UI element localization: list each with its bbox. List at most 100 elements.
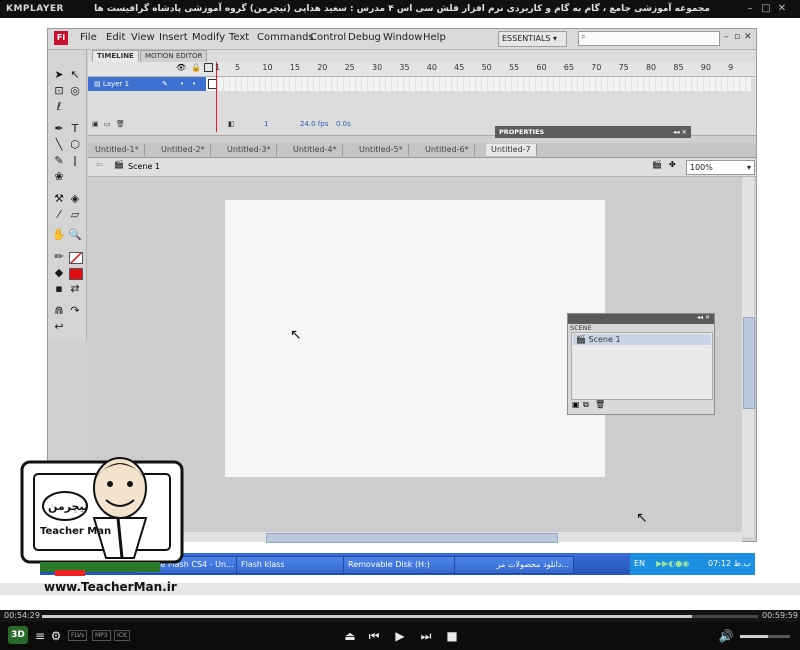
outline-icon[interactable] — [204, 63, 213, 72]
language-indicator[interactable]: EN — [630, 559, 645, 568]
menu-debug[interactable]: Debug — [348, 32, 381, 43]
tab-timeline[interactable]: TIMELINE — [92, 50, 139, 62]
new-layer-icon[interactable]: ▣ — [92, 120, 99, 128]
bone-tool-icon[interactable]: ⚒ — [52, 192, 66, 206]
collapse-icon[interactable]: ◂◂ ✕ — [673, 126, 687, 138]
eject-icon[interactable]: ⏏ — [342, 628, 358, 644]
smooth-icon[interactable]: ↷ — [68, 304, 82, 318]
menu-edit[interactable]: Edit — [106, 32, 125, 43]
volume-slider[interactable] — [740, 635, 790, 638]
back-arrow-icon[interactable]: ⇦ — [96, 160, 103, 169]
swap-colors-icon[interactable]: ⇄ — [68, 282, 82, 296]
3d-rotation-tool-icon[interactable]: ◎ — [68, 84, 82, 98]
flash-close-icon[interactable]: ✕ — [744, 32, 752, 42]
menu-file[interactable]: File — [80, 32, 97, 43]
menu-view[interactable]: View — [131, 32, 155, 43]
video-area[interactable]: Fl File Edit View Insert Modify Text Com… — [0, 18, 800, 610]
frame-rate: 24.0 fps — [300, 120, 329, 128]
vertical-scroll-thumb[interactable] — [743, 317, 755, 409]
eyedropper-tool-icon[interactable]: ⁄ — [52, 208, 66, 222]
pen-tool-icon[interactable]: ✒ — [52, 122, 66, 136]
close-icon[interactable]: ✕ — [776, 3, 788, 15]
stop-icon[interactable]: ■ — [444, 628, 460, 644]
timeline-frames[interactable] — [206, 77, 751, 91]
eye-icon[interactable]: 👁 — [176, 63, 186, 72]
horizontal-scroll-thumb[interactable] — [266, 533, 558, 543]
menu-text[interactable]: Text — [229, 32, 249, 43]
menu-modify[interactable]: Modify — [192, 32, 225, 43]
edit-scene-icon[interactable]: 🎬 — [652, 160, 662, 169]
menu-window[interactable]: Window — [383, 32, 422, 43]
fill-color-icon[interactable]: ◆ — [52, 266, 66, 280]
straighten-icon[interactable]: ↩ — [52, 320, 66, 334]
flash-restore-icon[interactable]: ▫ — [734, 32, 740, 42]
eraser-tool-icon[interactable]: ▱ — [68, 208, 82, 222]
doc-tab[interactable]: Untitled-7 — [486, 144, 537, 156]
workspace-dropdown[interactable]: ESSENTIALS ▾ — [498, 31, 567, 47]
stage[interactable] — [225, 200, 605, 477]
zoom-tool-icon[interactable]: 🔍 — [68, 228, 82, 242]
layer-row[interactable]: ▤ Layer 1 ✎ • • — [88, 77, 206, 91]
lasso-tool-icon[interactable]: ℓ — [52, 100, 66, 114]
duplicate-scene-icon[interactable]: ⧉ — [583, 400, 589, 410]
rectangle-tool-icon[interactable]: ⬡ — [68, 138, 82, 152]
default-colors-icon[interactable]: ▪ — [52, 282, 66, 296]
menu-help[interactable]: Help — [423, 32, 446, 43]
line-tool-icon[interactable]: ╲ — [52, 138, 66, 152]
add-scene-icon[interactable]: ▣ — [572, 400, 580, 409]
tray-app-icons[interactable]: ▶▶◐●◉ — [656, 553, 689, 575]
text-tool-icon[interactable]: T — [68, 122, 82, 136]
delete-scene-icon[interactable]: 🗑 — [595, 400, 605, 409]
stroke-color-icon[interactable]: ✏ — [52, 250, 66, 264]
hand-tool-icon[interactable]: ✋ — [52, 228, 66, 242]
scene-panel-close-icon[interactable]: ◂◂ ✕ — [697, 314, 710, 321]
doc-tab[interactable]: Untitled-5* — [354, 144, 409, 156]
taskbar-item-disk[interactable]: Removable Disk (H:) — [343, 556, 457, 574]
new-folder-icon[interactable]: ▭ — [104, 120, 111, 128]
play-icon[interactable]: ▶ — [392, 628, 408, 644]
horizontal-scrollbar[interactable] — [88, 532, 742, 543]
brush-tool-icon[interactable]: ǀ — [68, 154, 82, 168]
taskbar-item-downloads[interactable]: ...دانلود محصولات مر — [454, 556, 574, 574]
menu-control[interactable]: Control — [310, 32, 346, 43]
tab-motion-editor[interactable]: MOTION EDITOR — [140, 50, 208, 62]
free-transform-tool-icon[interactable]: ⊡ — [52, 84, 66, 98]
subselection-tool-icon[interactable]: ↖ — [68, 68, 82, 82]
scene-panel-header[interactable]: ◂◂ ✕ — [568, 314, 714, 324]
doc-tab[interactable]: Untitled-6* — [420, 144, 475, 156]
pencil-tool-icon[interactable]: ✎ — [52, 154, 66, 168]
frame-number-label: 10 — [262, 63, 273, 72]
maximize-icon[interactable]: □ — [760, 3, 772, 15]
menu-insert[interactable]: Insert — [159, 32, 188, 43]
edit-symbols-icon[interactable]: ✤ — [669, 160, 676, 169]
onion-skin-icon[interactable]: ◧ — [228, 120, 235, 128]
doc-tab[interactable]: Untitled-4* — [288, 144, 343, 156]
paint-bucket-tool-icon[interactable]: ◈ — [68, 192, 82, 206]
previous-icon[interactable]: ⏮ — [366, 628, 382, 644]
properties-panel[interactable]: PROPERTIES ◂◂ ✕ — [495, 126, 691, 138]
next-icon[interactable]: ⏭ — [418, 628, 434, 644]
minimize-icon[interactable]: – — [744, 3, 756, 15]
vertical-scrollbar[interactable] — [742, 177, 755, 537]
help-search-input[interactable]: ⌕ — [578, 31, 720, 46]
doc-tab[interactable]: Untitled-1* — [90, 144, 145, 156]
scene-list-item[interactable]: 🎬 Scene 1 — [573, 334, 711, 345]
settings-icon[interactable]: ⚙ — [48, 628, 64, 644]
3d-mode-icon[interactable]: 3D — [8, 626, 28, 644]
menu-commands[interactable]: Commands — [257, 32, 314, 43]
snap-to-objects-icon[interactable]: ⋒ — [52, 304, 66, 318]
doc-tab[interactable]: Untitled-3* — [222, 144, 277, 156]
volume-icon[interactable]: 🔊 — [718, 628, 734, 644]
fill-color-swatch[interactable] — [69, 268, 83, 280]
zoom-dropdown[interactable]: 100% ▾ — [686, 160, 755, 175]
taskbar-item-folder[interactable]: Flash klass — [236, 556, 346, 574]
menu-icon[interactable]: ≡ — [32, 628, 48, 644]
flash-minimize-icon[interactable]: – — [724, 32, 729, 42]
stroke-color-swatch[interactable] — [69, 252, 83, 264]
lock-icon[interactable]: 🔒 — [191, 63, 201, 72]
seek-bar[interactable] — [42, 615, 758, 618]
selection-tool-icon[interactable]: ➤ — [52, 68, 66, 82]
deco-tool-icon[interactable]: ❀ — [52, 170, 66, 184]
doc-tab[interactable]: Untitled-2* — [156, 144, 211, 156]
delete-layer-icon[interactable]: 🗑 — [116, 120, 125, 128]
